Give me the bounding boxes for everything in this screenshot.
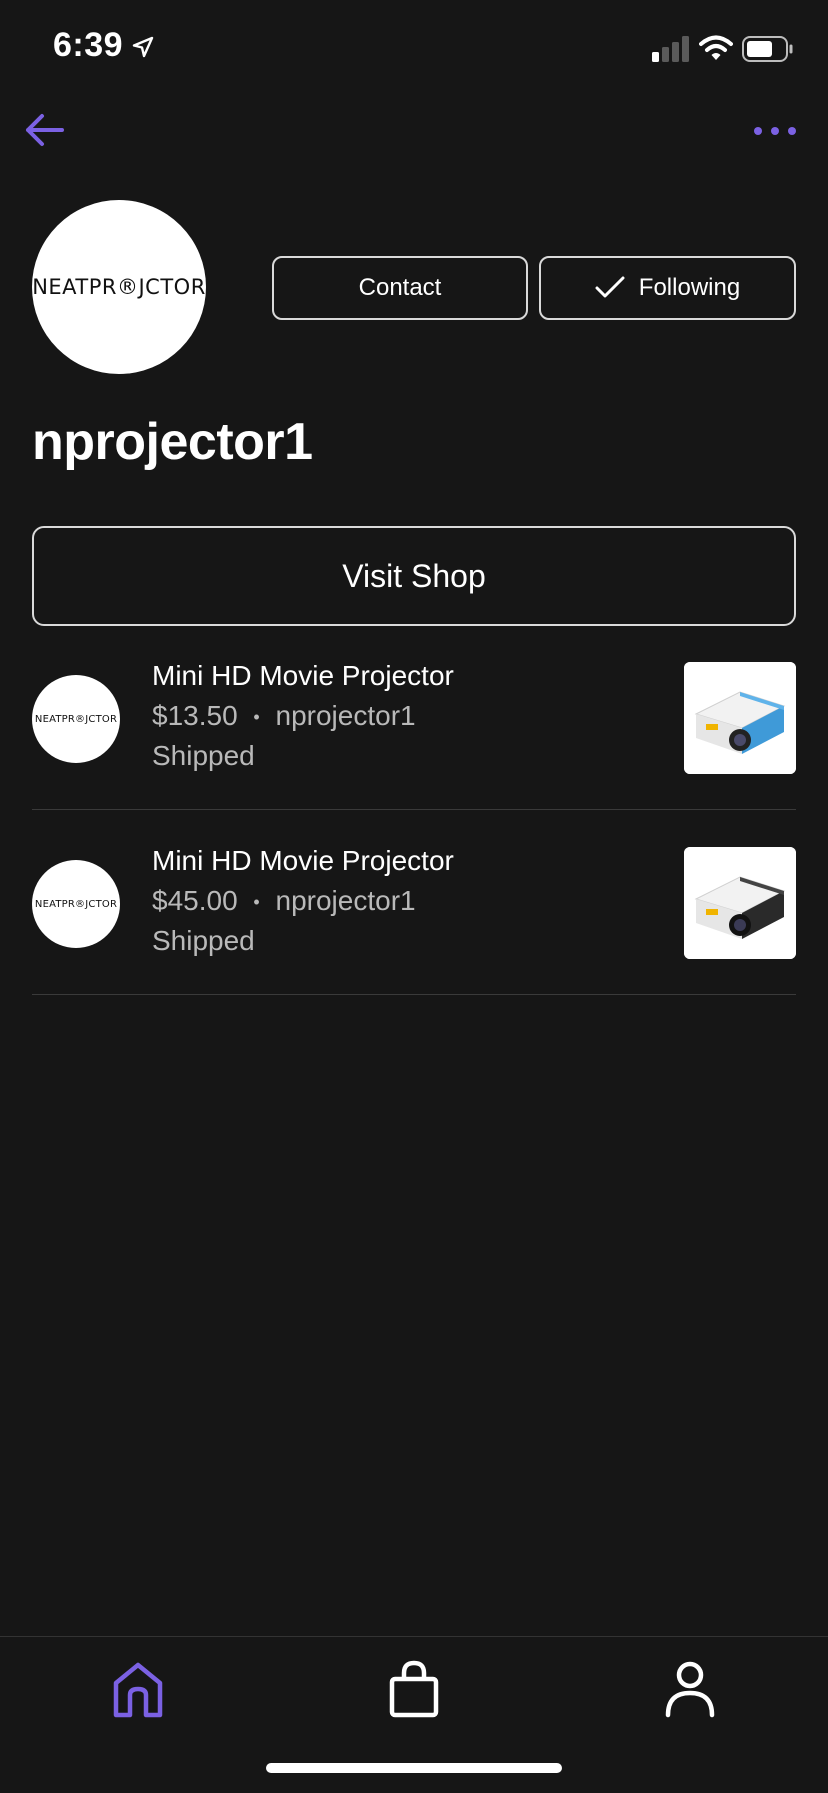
order-status: Shipped <box>152 740 255 771</box>
profile-username: nprojector1 <box>32 413 313 471</box>
meta-separator: • <box>253 707 260 728</box>
order-title: Mini HD Movie Projector <box>152 660 454 691</box>
order-meta: $45.00 • nprojector1 <box>152 885 416 917</box>
order-title: Mini HD Movie Projector <box>152 845 454 876</box>
product-image <box>684 847 796 959</box>
location-arrow-icon <box>132 36 154 58</box>
more-options-icon[interactable] <box>752 116 798 146</box>
signal-icon <box>652 36 689 62</box>
order-list-item[interactable]: NEATPR®JCTOR Mini HD Movie Projector $45… <box>32 811 796 995</box>
shopping-bag-icon[interactable] <box>378 1653 450 1725</box>
order-seller: nprojector1 <box>275 885 416 916</box>
visit-shop-button[interactable]: Visit Shop <box>32 526 796 626</box>
order-price: $45.00 <box>152 885 238 916</box>
contact-button-label: Contact <box>358 274 442 301</box>
projector-image-icon <box>684 847 796 959</box>
seller-logo-text: NEATPR®JCTOR <box>34 898 118 910</box>
following-button[interactable]: Following <box>539 256 796 320</box>
home-icon[interactable] <box>102 1653 174 1725</box>
check-icon <box>595 276 625 298</box>
seller-avatar: NEATPR®JCTOR <box>32 675 120 763</box>
following-button-label: Following <box>638 274 741 301</box>
order-meta: $13.50 • nprojector1 <box>152 700 416 732</box>
visit-shop-label: Visit Shop <box>342 557 486 594</box>
battery-icon <box>742 36 793 62</box>
order-status: Shipped <box>152 925 255 956</box>
order-list-item[interactable]: NEATPR®JCTOR Mini HD Movie Projector $13… <box>32 626 796 810</box>
status-time: 6:39 <box>53 26 124 64</box>
shop-logo-text: NEATPR®JCTOR <box>32 275 206 299</box>
shop-avatar: NEATPR®JCTOR <box>32 200 206 374</box>
back-arrow-icon[interactable] <box>22 108 66 152</box>
seller-avatar: NEATPR®JCTOR <box>32 860 120 948</box>
order-seller: nprojector1 <box>275 700 416 731</box>
product-image <box>684 662 796 774</box>
home-indicator <box>266 1763 562 1773</box>
contact-button[interactable]: Contact <box>272 256 528 320</box>
wifi-icon <box>699 35 733 60</box>
user-icon[interactable] <box>654 1653 726 1725</box>
seller-logo-text: NEATPR®JCTOR <box>34 713 118 725</box>
order-price: $13.50 <box>152 700 238 731</box>
projector-image-icon <box>684 662 796 774</box>
meta-separator: • <box>253 892 260 913</box>
